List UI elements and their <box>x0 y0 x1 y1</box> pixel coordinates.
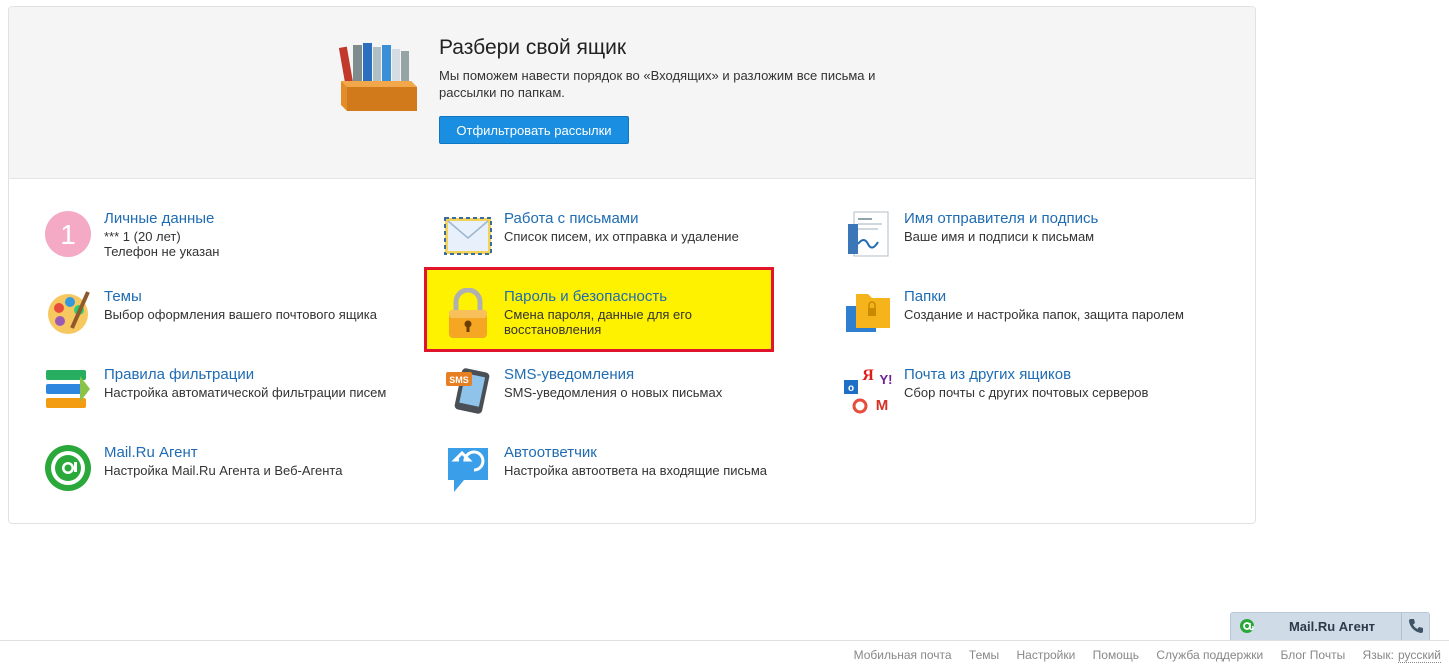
item-desc-line: Смена пароля, данные для его <box>504 307 692 322</box>
item-description: Выбор оформления вашего почтового ящика <box>104 307 404 322</box>
item-description: Список писем, их отправка и удаление <box>504 229 804 244</box>
settings-item-mailru-agent[interactable]: Mail.Ru Агент Настройка Mail.Ru Агента и… <box>44 444 404 504</box>
signature-document-icon <box>844 210 894 260</box>
settings-item-folders[interactable]: Папки Создание и настройка папок, защита… <box>844 288 1204 348</box>
item-desc-line: Настройка автоматической фильтрации писе… <box>104 385 387 400</box>
item-title[interactable]: Личные данные <box>104 210 214 227</box>
item-desc-line: восстановления <box>504 322 602 337</box>
language-selector[interactable]: русский <box>1397 648 1441 663</box>
envelope-icon <box>444 210 494 260</box>
promo-description: Мы поможем навести порядок во «Входящих»… <box>439 68 876 100</box>
footer-link-help[interactable]: Помощь <box>1093 648 1139 662</box>
item-title[interactable]: SMS-уведомления <box>504 366 634 383</box>
item-title[interactable]: Имя отправителя и подпись <box>904 210 1098 227</box>
item-desc-line: Настройка Mail.Ru Агента и Веб-Агента <box>104 463 343 478</box>
item-title[interactable]: Правила фильтрации <box>104 366 254 383</box>
item-description: Сбор почты с других почтовых серверов <box>904 385 1204 400</box>
settings-item-password-security[interactable]: Пароль и безопасность Смена пароля, данн… <box>444 287 804 348</box>
promo-banner: Разбери свой ящик Мы поможем навести пор… <box>9 7 1255 179</box>
promo-title: Разбери свой ящик <box>439 36 627 59</box>
item-title[interactable]: Папки <box>904 288 946 305</box>
sms-phone-icon: SMS <box>444 366 494 416</box>
mail-collector-icon: o Я Y! M <box>844 366 894 416</box>
item-description: Создание и настройка папок, защита парол… <box>904 307 1204 322</box>
svg-text:SMS: SMS <box>449 375 469 385</box>
item-desc-line: Ваше имя и подписи к письмам <box>904 229 1095 244</box>
agent-bar[interactable]: Mail.Ru Агент <box>1230 612 1430 641</box>
item-title[interactable]: Работа с письмами <box>504 210 639 227</box>
book-organizer-icon <box>338 41 421 113</box>
item-description: Настройка автоматической фильтрации писе… <box>104 385 404 400</box>
settings-item-mail-handling[interactable]: Работа с письмами Список писем, их отпра… <box>444 210 804 270</box>
item-desc-line: Настройка автоответа на входящие письма <box>504 463 767 478</box>
settings-item-mail-collector[interactable]: o Я Y! M Почта из других ящиков Сбор поч… <box>844 366 1204 426</box>
footer-links: Мобильная почта Темы Настройки Помощь Сл… <box>840 648 1441 663</box>
filter-rules-icon <box>44 366 94 416</box>
filter-newsletters-button[interactable]: Отфильтровать рассылки <box>439 116 629 144</box>
footer-divider <box>0 640 1449 641</box>
folders-icon <box>844 288 894 338</box>
svg-text:Я: Я <box>862 367 874 384</box>
item-description: SMS-уведомления о новых письмах <box>504 385 804 400</box>
padlock-icon <box>444 287 494 338</box>
settings-item-sender-signature[interactable]: Имя отправителя и подпись Ваше имя и под… <box>844 210 1204 270</box>
item-description: Ваше имя и подписи к письмам <box>904 229 1204 244</box>
item-title[interactable]: Mail.Ru Агент <box>104 444 198 461</box>
settings-item-filter-rules[interactable]: Правила фильтрации Настройка автоматичес… <box>44 366 404 426</box>
item-desc-line: Создание и настройка папок, защита парол… <box>904 307 1184 322</box>
agent-bar-label[interactable]: Mail.Ru Агент <box>1265 619 1399 634</box>
item-title[interactable]: Темы <box>104 288 142 305</box>
item-title[interactable]: Пароль и безопасность <box>504 288 667 305</box>
footer-link-themes[interactable]: Темы <box>969 648 999 662</box>
item-desc-line: Список писем, их отправка и удаление <box>504 229 739 244</box>
item-desc-line: *** 1 (20 лет) <box>104 229 181 244</box>
palette-icon <box>44 288 94 338</box>
item-description: *** 1 (20 лет) Телефон не указан <box>104 229 404 259</box>
settings-item-personal-data[interactable]: 1 Личные данные *** 1 (20 лет) Телефон н… <box>44 210 404 270</box>
item-description: Смена пароля, данные для его восстановле… <box>504 307 804 337</box>
settings-item-sms-notifications[interactable]: SMS SMS-уведомления SMS-уведомления о но… <box>444 366 804 426</box>
item-desc-line: SMS-уведомления о новых письмах <box>504 385 723 400</box>
avatar-number-icon: 1 <box>44 210 94 260</box>
settings-item-autoreply[interactable]: Автоответчик Настройка автоответа на вхо… <box>444 444 804 504</box>
svg-text:M: M <box>876 397 889 414</box>
autoreply-icon <box>444 444 494 494</box>
item-description: Настройка Mail.Ru Агента и Веб-Агента <box>104 463 404 478</box>
footer-link-support[interactable]: Служба поддержки <box>1156 648 1263 662</box>
footer-link-settings[interactable]: Настройки <box>1016 648 1075 662</box>
item-title[interactable]: Почта из других ящиков <box>904 366 1071 383</box>
agent-bar-divider <box>1401 613 1402 641</box>
svg-text:o: o <box>848 383 854 394</box>
footer-link-blog[interactable]: Блог Почты <box>1281 648 1346 662</box>
item-description: Настройка автоответа на входящие письма <box>504 463 804 478</box>
footer-lang-label: Язык: <box>1362 648 1394 662</box>
item-desc-line: Выбор оформления вашего почтового ящика <box>104 307 377 322</box>
phone-icon[interactable] <box>1407 617 1425 635</box>
footer-link-mobile[interactable]: Мобильная почта <box>854 648 952 662</box>
item-title[interactable]: Автоответчик <box>504 444 597 461</box>
item-desc-line: Телефон не указан <box>104 244 220 259</box>
settings-item-themes[interactable]: Темы Выбор оформления вашего почтового я… <box>44 288 404 348</box>
svg-text:1: 1 <box>60 219 76 250</box>
mailru-agent-icon <box>44 444 94 494</box>
svg-text:Y!: Y! <box>880 372 893 387</box>
item-desc-line: Сбор почты с других почтовых серверов <box>904 385 1149 400</box>
at-icon <box>1239 618 1255 634</box>
